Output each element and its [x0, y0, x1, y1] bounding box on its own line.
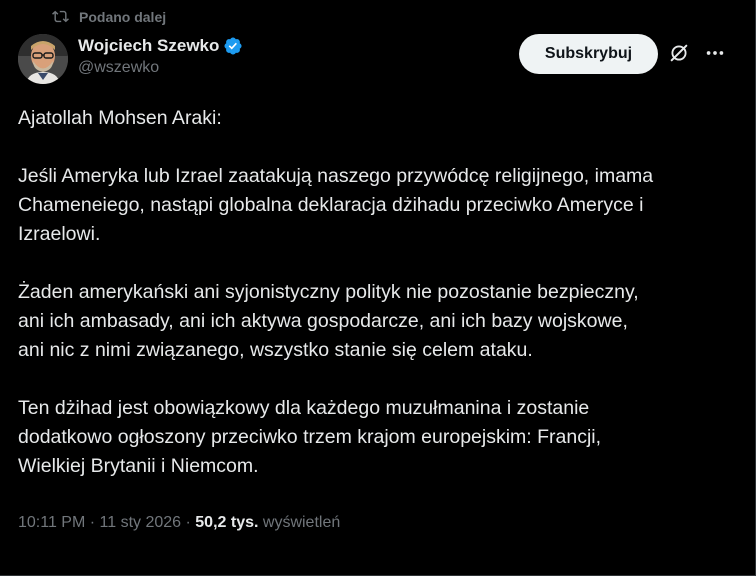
tweet-line: dodatkowo ogłoszony przeciwko trzem kraj… [18, 426, 602, 448]
repost-icon [52, 10, 69, 23]
author-block: Wojciech Szewko @wszewko [78, 36, 243, 77]
tweet-meta: 10:11 PM · 11 sty 2026 · 50,2 tys. wyświ… [18, 514, 340, 532]
tweet-time[interactable]: 10:11 PM [18, 514, 85, 532]
tweet-line: Żaden amerykański ani syjonistyczny poli… [18, 281, 639, 303]
tweet-line: Ten dżihad jest obowiązkowy dla każdego … [18, 397, 590, 419]
views-label: wyświetleń [262, 514, 341, 531]
tweet-line: Wielkiej Brytanii i Niemcom. [18, 455, 259, 477]
tweet-line: Chameneiego, nastąpi globalna deklaracja… [18, 194, 644, 216]
author-handle[interactable]: @wszewko [78, 59, 243, 77]
avatar[interactable] [18, 34, 68, 84]
more-icon[interactable] [704, 42, 726, 64]
tweet-line: Izraelowi. [18, 223, 101, 245]
tweet-line: ani nic z nimi związanego, wszystko stan… [18, 339, 533, 361]
tweet-line: Ajatollah Mohsen Araki: [18, 107, 222, 129]
meta-separator: · [85, 514, 100, 531]
repost-label: Podano dalej [79, 8, 167, 25]
author-display-name[interactable]: Wojciech Szewko [78, 36, 219, 56]
repost-indicator[interactable]: Podano dalej [52, 8, 166, 25]
views-count: 50,2 tys. [195, 514, 259, 531]
verified-badge-icon[interactable] [223, 36, 243, 56]
tweet-line: Jeśli Ameryka lub Izrael zaatakują nasze… [18, 165, 654, 187]
grok-icon[interactable] [668, 42, 690, 64]
avatar-portrait-image [18, 34, 68, 84]
tweet-text: Ajatollah Mohsen Araki: Jeśli Ameryka lu… [18, 104, 718, 481]
meta-separator: · [181, 514, 196, 531]
tweet-card: Podano dalej Wojciech Szewko @wszewko Su… [0, 0, 756, 576]
subscribe-button[interactable]: Subskrybuj [519, 34, 658, 74]
tweet-date[interactable]: 11 sty 2026 [100, 514, 182, 532]
tweet-line: ani ich ambasady, ani ich aktywa gospoda… [18, 310, 628, 332]
